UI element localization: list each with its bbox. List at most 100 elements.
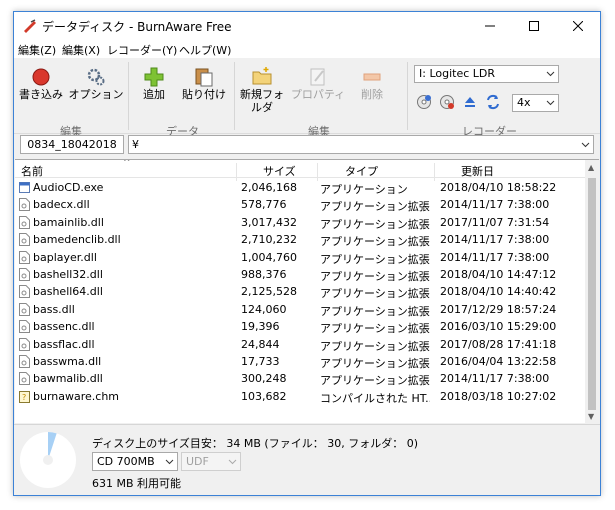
file-row[interactable]: ? burnaware.chm 103,682 コンパイルされた HT... 2018/… xyxy=(15,388,585,405)
file-size: 19,396 xyxy=(241,320,280,334)
file-type: アプリケーション拡張 xyxy=(320,200,430,214)
file-type: アプリケーション拡張 xyxy=(320,304,430,318)
file-row[interactable]: basswma.dll 17,733 アプリケーション拡張 2016/04/04 13… xyxy=(15,353,585,370)
properties-button[interactable]: プロパティ xyxy=(290,66,346,101)
file-size: 124,060 xyxy=(241,302,287,316)
file-date: 2018/03/18 10:27:02 xyxy=(440,389,557,403)
refresh-icon[interactable] xyxy=(485,94,501,110)
column-header: 名前 ^ サイズ タイプ 更新日 xyxy=(15,160,585,181)
filesystem-select[interactable]: UDF xyxy=(181,452,241,471)
menu-edit-z[interactable]: 編集(Z) xyxy=(18,42,56,58)
delete-button[interactable]: 削除 xyxy=(352,66,392,101)
maximize-button[interactable] xyxy=(512,12,556,40)
file-date: 2014/11/17 7:38:00 xyxy=(440,198,550,212)
scroll-up-icon[interactable]: ▲ xyxy=(588,163,594,172)
file-name: baplayer.dll xyxy=(33,250,97,264)
scrollbar-thumb[interactable] xyxy=(588,178,596,410)
size-estimate-text: ディスク上のサイズ目安： 34 MB (ファイル： 30, フォルダ： 0) xyxy=(92,437,418,450)
disc-type-select[interactable]: CD 700MB xyxy=(92,452,178,471)
file-row[interactable]: bamainlib.dll 3,017,432 アプリケーション拡張 2017/11/… xyxy=(15,214,585,231)
gear-icon xyxy=(87,68,105,86)
toolbar-divider xyxy=(128,62,129,130)
file-row[interactable]: bashell32.dll 988,376 アプリケーション拡張 2018/04/10… xyxy=(15,266,585,283)
vertical-scrollbar[interactable]: ▲ ▼ xyxy=(585,160,599,423)
file-name: bass.dll xyxy=(33,302,75,316)
file-size: 2,710,232 xyxy=(241,233,297,247)
write-speed-select[interactable]: 4x xyxy=(512,94,559,112)
recorder-drive-select[interactable]: I: Logitec LDR xyxy=(414,65,559,83)
dll-icon xyxy=(19,268,30,281)
file-row[interactable]: bashell64.dll 2,125,528 アプリケーション拡張 2018/04/… xyxy=(15,283,585,300)
file-type: アプリケーション拡張 xyxy=(320,252,430,266)
file-row[interactable]: bass.dll 124,060 アプリケーション拡張 2017/12/29 18:5… xyxy=(15,301,585,318)
path-value: ¥ xyxy=(132,138,139,151)
delete-icon xyxy=(363,73,381,81)
status-panel: ディスク上のサイズ目安： 34 MB (ファイル： 30, フォルダ： 0) C… xyxy=(14,424,600,495)
options-label: オプション xyxy=(68,88,124,101)
close-button[interactable] xyxy=(556,12,600,40)
new-folder-button[interactable]: 新規フォルダ xyxy=(237,66,287,114)
file-row[interactable]: AudioCD.exe 2,046,168 アプリケーション 2018/04/10 1… xyxy=(15,179,585,196)
column-updated[interactable]: 更新日 xyxy=(461,163,494,179)
file-type: アプリケーション拡張 xyxy=(320,374,430,388)
window-title: データディスク - BurnAware Free xyxy=(42,20,232,34)
new-folder-icon xyxy=(252,67,272,85)
paste-label: 貼り付け xyxy=(182,88,226,101)
file-date: 2014/11/17 7:38:00 xyxy=(440,233,550,247)
burn-button[interactable]: 書き込み xyxy=(18,66,64,101)
dll-icon xyxy=(19,302,30,316)
column-name[interactable]: 名前 xyxy=(21,163,43,179)
plus-icon xyxy=(144,67,164,87)
minimize-icon xyxy=(485,25,495,27)
file-size: 300,248 xyxy=(241,372,287,386)
file-type: コンパイルされた HT... xyxy=(320,391,430,405)
chevron-down-icon xyxy=(546,100,555,106)
add-button[interactable]: 追加 xyxy=(134,66,174,101)
chevron-down-icon xyxy=(581,142,590,148)
file-date: 2018/04/10 14:40:42 xyxy=(440,285,557,299)
file-row[interactable]: bawmalib.dll 300,248 アプリケーション拡張 2014/11/17 … xyxy=(15,370,585,387)
dll-icon xyxy=(19,372,30,386)
path-field[interactable]: ¥ xyxy=(128,135,594,154)
menu-help[interactable]: ヘルプ(W) xyxy=(179,42,231,58)
file-row[interactable]: badecx.dll 578,776 アプリケーション拡張 2014/11/17 7:… xyxy=(15,196,585,213)
column-type[interactable]: タイプ xyxy=(345,163,378,179)
file-size: 24,844 xyxy=(241,337,280,351)
file-date: 2016/04/04 13:22:58 xyxy=(440,355,557,368)
options-button[interactable]: オプション xyxy=(68,66,124,101)
dll-icon xyxy=(19,215,30,229)
file-row[interactable]: bassflac.dll 24,844 アプリケーション拡張 2017/08/28 1… xyxy=(15,336,585,353)
file-date: 2018/04/10 18:58:22 xyxy=(440,181,557,194)
file-size: 2,125,528 xyxy=(241,285,297,299)
dll-icon xyxy=(19,233,30,247)
file-date: 2017/12/29 18:57:24 xyxy=(440,302,557,316)
disc-type-value: CD 700MB xyxy=(97,455,155,468)
dll-icon xyxy=(19,337,30,351)
file-name: badecx.dll xyxy=(33,198,90,212)
eject-icon[interactable] xyxy=(462,94,478,110)
file-size: 1,004,760 xyxy=(241,250,297,264)
file-list: 名前 ^ サイズ タイプ 更新日 AudioCD.exe 2,046,168 アプリ… xyxy=(15,159,599,423)
compilation-name-field[interactable]: 0834_18042018 xyxy=(20,135,124,154)
menu-bar: 編集(Z) 編集(X) レコーダー(Y) ヘルプ(W) xyxy=(14,40,600,58)
column-size[interactable]: サイズ xyxy=(263,163,296,179)
scroll-down-icon[interactable]: ▼ xyxy=(588,412,594,421)
file-name: bassenc.dll xyxy=(33,320,95,334)
minimize-button[interactable] xyxy=(468,12,512,40)
delete-label: 削除 xyxy=(361,88,383,101)
file-row[interactable]: bassenc.dll 19,396 アプリケーション拡張 2016/03/10 15… xyxy=(15,318,585,335)
paste-button[interactable]: 貼り付け xyxy=(180,66,228,101)
file-type: アプリケーション拡張 xyxy=(320,217,430,231)
file-row[interactable]: baplayer.dll 1,004,760 アプリケーション拡張 2014/11/1… xyxy=(15,249,585,266)
file-type: アプリケーション拡張 xyxy=(320,339,430,353)
erase-disc-icon[interactable] xyxy=(439,94,455,110)
file-row[interactable]: bamedenclib.dll 2,710,232 アプリケーション拡張 2014/1… xyxy=(15,231,585,248)
file-type: アプリケーション拡張 xyxy=(320,235,430,249)
menu-recorder[interactable]: レコーダー(Y) xyxy=(107,42,177,58)
burn-label: 書き込み xyxy=(19,88,63,101)
menu-edit-x[interactable]: 編集(X) xyxy=(62,42,100,58)
disc-info-icon[interactable] xyxy=(416,94,432,110)
file-size: 2,046,168 xyxy=(241,181,297,194)
file-date: 2014/11/17 7:38:00 xyxy=(440,250,550,264)
file-size: 578,776 xyxy=(241,198,287,212)
